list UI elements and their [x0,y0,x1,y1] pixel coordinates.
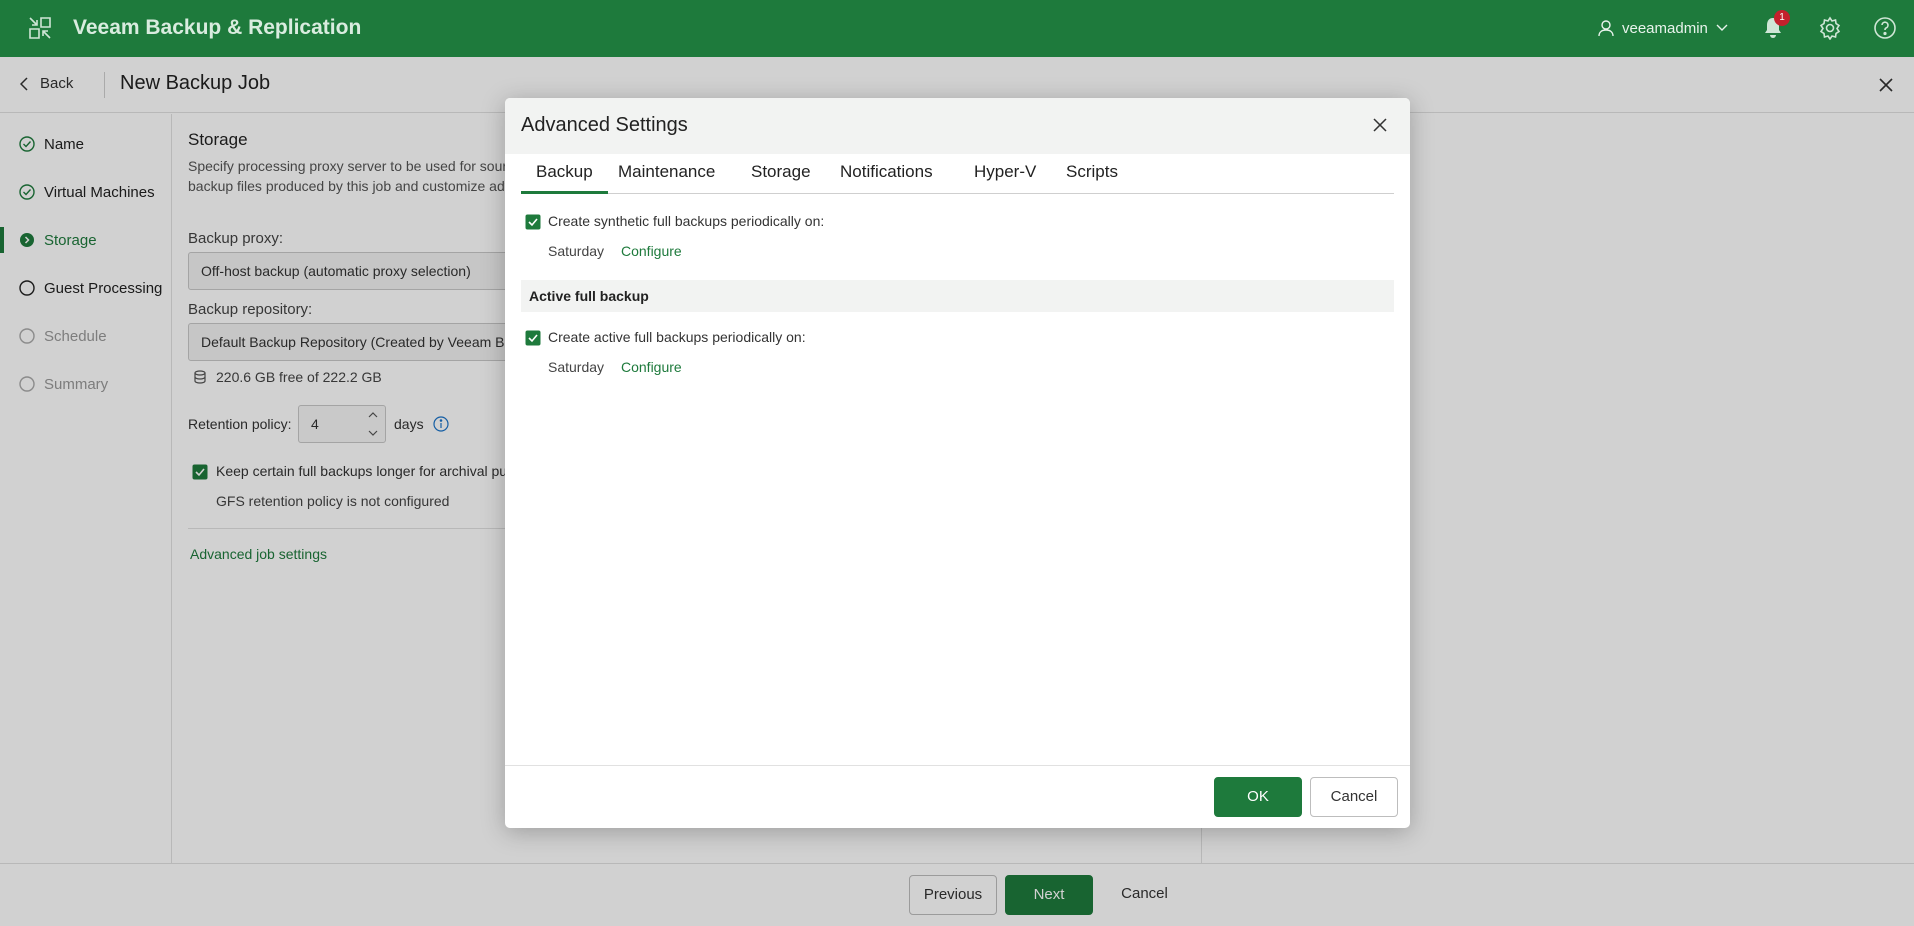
notification-badge: 1 [1774,10,1790,26]
help-icon[interactable] [1873,16,1897,40]
gear-icon[interactable] [1818,16,1842,40]
cancel-button[interactable]: Cancel [1310,777,1398,817]
app-title: Veeam Backup & Replication [73,16,362,39]
app-grid-icon[interactable] [28,16,52,40]
user-icon [1598,20,1614,37]
user-name: veeamadmin [1622,19,1708,37]
dialog-tabs: Backup Maintenance Storage Notifications… [521,154,1394,194]
app-header: Veeam Backup & Replication veeamadmin 1 [0,0,1914,57]
tab-storage[interactable]: Storage [736,162,826,194]
dialog-header: Advanced Settings [505,98,1410,154]
active-full-backup-header: Active full backup [521,280,1394,312]
user-menu[interactable]: veeamadmin [1598,19,1728,37]
tab-maintenance[interactable]: Maintenance [603,162,730,194]
synthetic-full-checkbox[interactable] [525,214,541,230]
advanced-settings-dialog: Advanced Settings Backup Maintenance Sto… [505,98,1410,828]
tab-hyper-v[interactable]: Hyper-V [959,162,1051,194]
chevron-down-icon [1716,24,1728,31]
tab-notifications[interactable]: Notifications [825,162,948,194]
close-icon[interactable] [1371,116,1389,134]
active-full-checkbox[interactable] [525,330,541,346]
synthetic-full-day: Saturday [548,243,605,259]
active-full-label: Create active full backups periodically … [548,329,806,345]
tab-backup[interactable]: Backup [521,162,608,194]
synthetic-full-label: Create synthetic full backups periodical… [548,213,825,229]
active-full-day: Saturday [548,359,605,375]
active-configure-link[interactable]: Configure [621,359,682,375]
dialog-footer: OK Cancel [505,765,1410,828]
synthetic-configure-link[interactable]: Configure [621,243,682,259]
dialog-title: Advanced Settings [521,114,688,136]
ok-button[interactable]: OK [1214,777,1302,817]
tab-scripts[interactable]: Scripts [1051,162,1133,194]
